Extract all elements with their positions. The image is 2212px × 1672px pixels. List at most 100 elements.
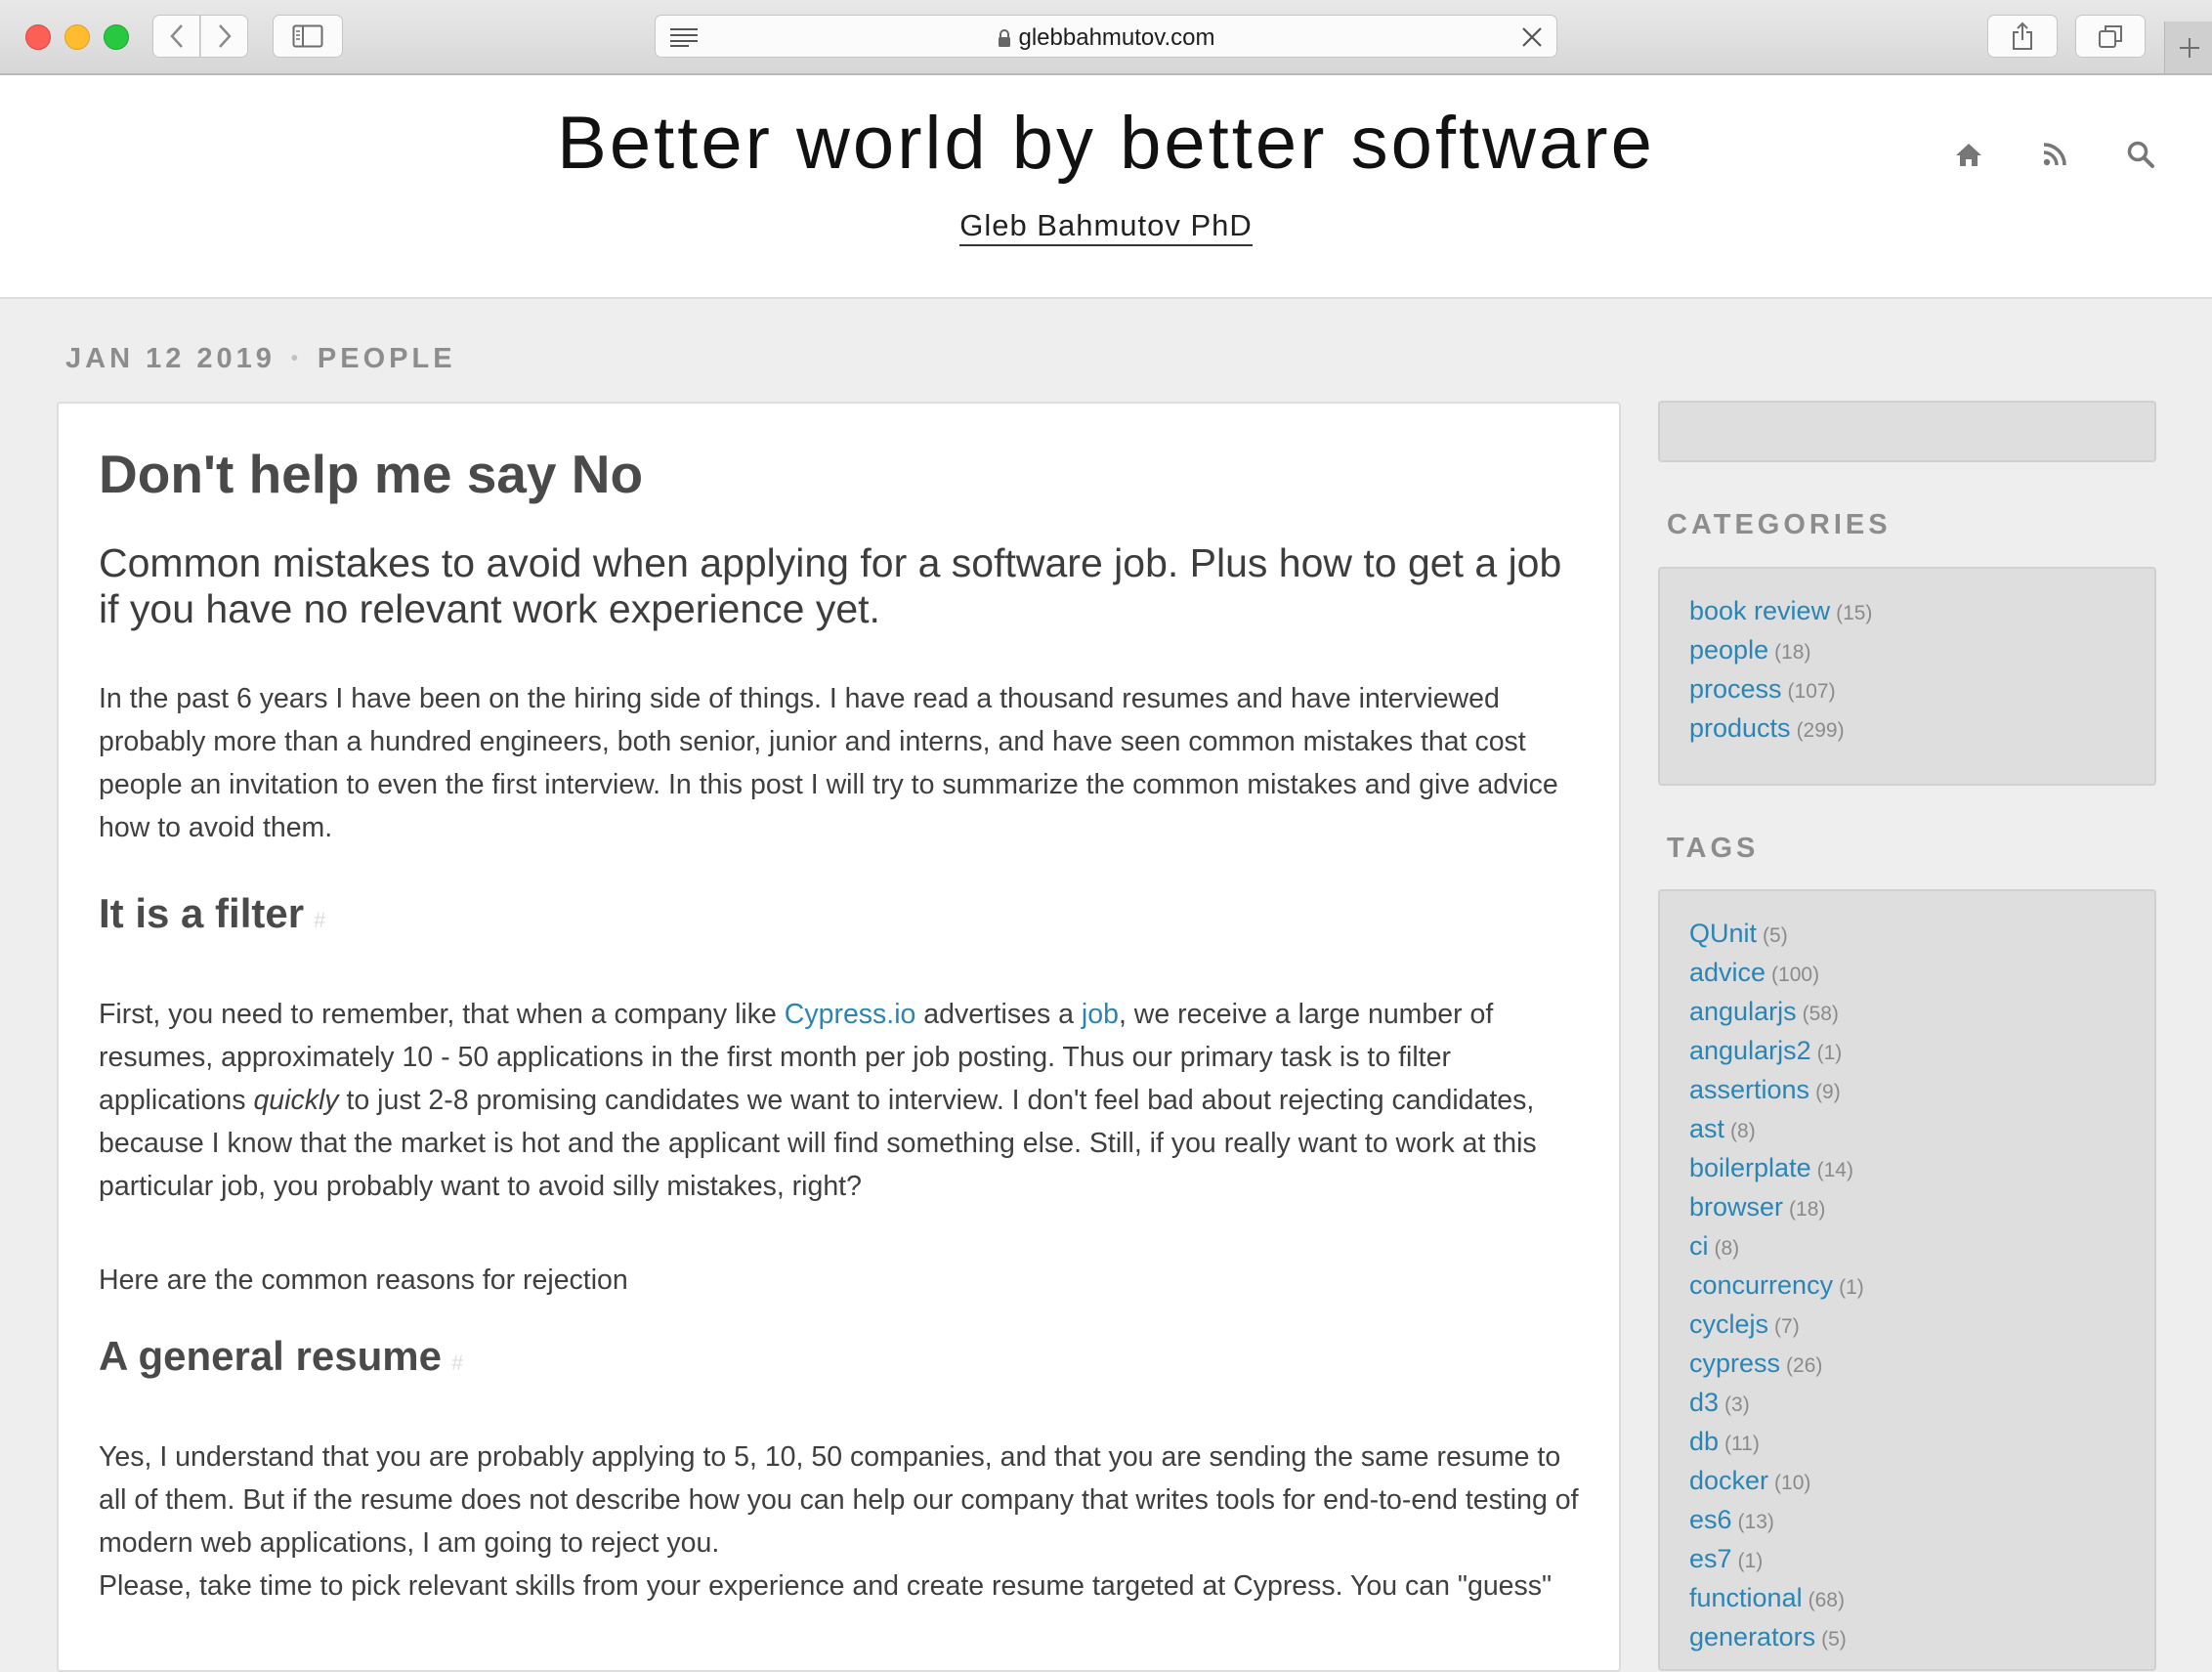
site-header: Better world by better software Gleb Bah… — [0, 75, 2212, 299]
item-count: (26) — [1786, 1354, 1823, 1377]
sidebar-link[interactable]: advice — [1689, 958, 1765, 987]
tab-overview-button[interactable] — [2075, 15, 2146, 58]
forward-button[interactable] — [200, 15, 248, 58]
sidebar-link[interactable]: functional — [1689, 1583, 1803, 1612]
plus-icon — [2179, 37, 2199, 58]
sidebar-link[interactable]: QUnit — [1689, 919, 1757, 948]
item-count: (107) — [1787, 680, 1836, 703]
article-card: Don't help me say No Common mistakes to … — [57, 402, 1621, 1672]
new-tab-button[interactable] — [2164, 21, 2212, 73]
home-icon[interactable] — [1954, 140, 1983, 169]
back-icon — [169, 24, 183, 48]
sidebar-link[interactable]: angularjs2 — [1689, 1036, 1811, 1065]
section-heading-filter: It is a filter # — [99, 890, 325, 937]
job-link[interactable]: job — [1082, 999, 1119, 1030]
item-count: (18) — [1789, 1198, 1826, 1221]
list-item: assertions (9) — [1689, 1075, 1864, 1114]
targeted-resume-paragraph: Please, take time to pick relevant skill… — [99, 1570, 1553, 1602]
rss-icon[interactable] — [2040, 140, 2069, 169]
list-item: angularjs (58) — [1689, 997, 1864, 1036]
sidebar-link[interactable]: people — [1689, 635, 1768, 665]
item-count: (8) — [1730, 1120, 1756, 1142]
section-heading-general-resume: A general resume # — [99, 1333, 463, 1380]
list-item: QUnit (5) — [1689, 919, 1864, 958]
item-count: (299) — [1796, 719, 1845, 742]
sidebar-link[interactable]: cyclejs — [1689, 1309, 1768, 1339]
sidebar-link[interactable]: concurrency — [1689, 1270, 1833, 1300]
post-title: Don't help me say No — [99, 444, 644, 504]
sidebar-search-box[interactable] — [1658, 401, 2156, 462]
heading-anchor-link[interactable]: # — [451, 1350, 463, 1375]
item-count: (58) — [1802, 1003, 1839, 1025]
list-item: people (18) — [1689, 635, 1872, 674]
sidebar-link[interactable]: d3 — [1689, 1388, 1719, 1417]
sidebar-link[interactable]: es6 — [1689, 1505, 1732, 1534]
sidebar-link[interactable]: products — [1689, 713, 1791, 743]
back-button[interactable] — [152, 15, 200, 58]
close-icon[interactable] — [1521, 26, 1543, 48]
share-icon — [2013, 21, 2032, 50]
section-heading-text: A general resume — [99, 1333, 442, 1379]
list-item: boilerplate (14) — [1689, 1153, 1864, 1192]
search-icon[interactable] — [2126, 140, 2155, 169]
list-item: docker (10) — [1689, 1466, 1864, 1505]
sidebar-link[interactable]: book review — [1689, 596, 1830, 625]
sidebar-link[interactable]: db — [1689, 1427, 1719, 1456]
sidebar-link[interactable]: angularjs — [1689, 997, 1797, 1026]
browser-toolbar: glebbahmutov.com — [0, 0, 2212, 75]
list-item: process (107) — [1689, 674, 1872, 713]
general-resume-paragraph: Yes, I understand that you are probably … — [99, 1441, 1579, 1559]
categories-heading: CATEGORIES — [1667, 509, 1892, 540]
lock-icon — [998, 29, 1010, 47]
sidebar-link[interactable]: ci — [1689, 1231, 1709, 1261]
tags-heading: TAGS — [1667, 833, 1760, 864]
minimize-window-button[interactable] — [64, 24, 90, 50]
list-item: advice (100) — [1689, 958, 1864, 997]
sidebar-button[interactable] — [273, 15, 343, 58]
item-count: (1) — [1816, 1042, 1843, 1064]
list-item: book review (15) — [1689, 596, 1872, 635]
list-item: es6 (13) — [1689, 1505, 1864, 1544]
heading-anchor-link[interactable]: # — [314, 908, 325, 932]
sidebar-link[interactable]: docker — [1689, 1466, 1768, 1495]
item-count: (13) — [1737, 1511, 1774, 1533]
cypress-link[interactable]: Cypress.io — [785, 999, 916, 1030]
sidebar-link[interactable]: ast — [1689, 1114, 1724, 1143]
categories-list: book review (15) people (18) process (107) pro… — [1689, 596, 1872, 752]
post-category-link[interactable]: PEOPLE — [318, 343, 456, 374]
filter-paragraph: First, you need to remember, that when a… — [99, 993, 1584, 1208]
meta-separator: • — [290, 348, 302, 369]
sidebar-link[interactable]: browser — [1689, 1192, 1783, 1222]
item-count: (18) — [1774, 641, 1811, 664]
share-button[interactable] — [1987, 15, 2058, 58]
item-count: (100) — [1771, 964, 1820, 986]
item-count: (11) — [1724, 1433, 1760, 1455]
text-run: advertises a — [915, 999, 1082, 1030]
emphasis-quickly: quickly — [253, 1085, 339, 1116]
sidebar-link[interactable]: cypress — [1689, 1349, 1780, 1378]
sidebar-link[interactable]: process — [1689, 674, 1782, 704]
section-heading-text: It is a filter — [99, 890, 305, 936]
item-count: (3) — [1724, 1393, 1750, 1416]
author-link[interactable]: Gleb Bahmutov PhD — [959, 208, 1253, 246]
url-text: glebbahmutov.com — [1018, 24, 1215, 51]
list-item: ast (8) — [1689, 1114, 1864, 1153]
sidebar-link[interactable]: es7 — [1689, 1544, 1732, 1573]
url-display: glebbahmutov.com — [656, 24, 1556, 52]
zoom-window-button[interactable] — [104, 24, 129, 50]
tags-box: QUnit (5) advice (100) angularjs (58) angularj… — [1658, 889, 2156, 1671]
sidebar-link[interactable]: assertions — [1689, 1075, 1809, 1104]
text-run: First, you need to remember, that when a… — [99, 999, 785, 1030]
address-bar[interactable]: glebbahmutov.com — [655, 15, 1557, 58]
intro-paragraph: In the past 6 years I have been on the h… — [99, 683, 1558, 843]
item-count: (1) — [1737, 1550, 1764, 1572]
sidebar-link[interactable]: boilerplate — [1689, 1153, 1811, 1182]
item-count: (8) — [1714, 1237, 1740, 1260]
close-window-button[interactable] — [25, 24, 51, 50]
site-title[interactable]: Better world by better software — [0, 101, 2212, 186]
sidebar-icon — [292, 24, 323, 48]
rejection-intro-paragraph: Here are the common reasons for rejectio… — [99, 1265, 628, 1296]
list-item: d3 (3) — [1689, 1388, 1864, 1427]
categories-box: book review (15) people (18) process (107) pro… — [1658, 567, 2156, 786]
item-count: (15) — [1836, 602, 1873, 624]
